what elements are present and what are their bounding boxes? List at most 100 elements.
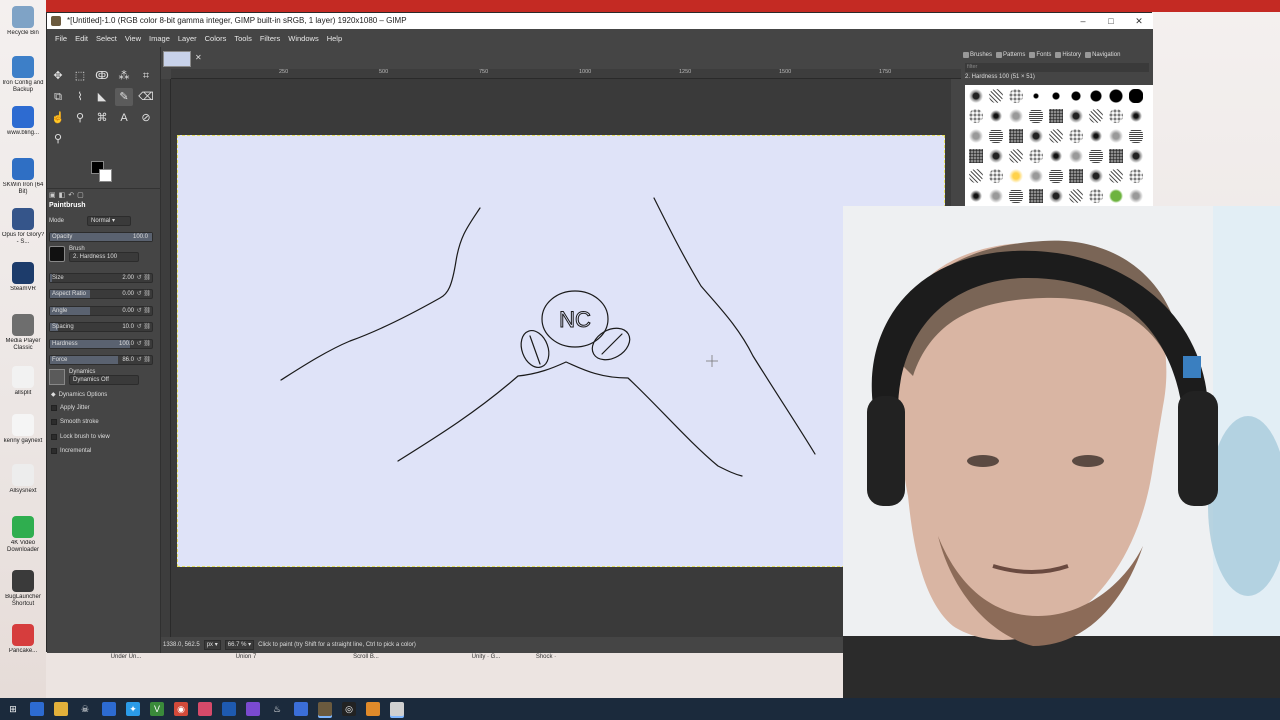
brush-thumbnail[interactable] xyxy=(989,169,1003,183)
menu-edit[interactable]: Edit xyxy=(71,34,92,43)
dodge-icon[interactable]: ⚲ xyxy=(71,109,89,127)
brush-thumbnail[interactable] xyxy=(1009,149,1023,163)
brush-thumbnail[interactable] xyxy=(1029,189,1043,203)
brush-thumbnail[interactable] xyxy=(1129,89,1143,103)
warp-icon[interactable]: ⌇ xyxy=(71,88,89,106)
start-icon[interactable]: ⊞ xyxy=(6,702,20,716)
mode-dropdown[interactable]: Normal ▾ xyxy=(87,215,131,226)
dock-tab-fonts[interactable]: Fonts xyxy=(1029,52,1051,58)
brush-thumbnail[interactable] xyxy=(1069,109,1083,123)
brush-thumbnail[interactable] xyxy=(1129,109,1143,123)
desktop-icon[interactable]: allsplit xyxy=(3,366,43,397)
brush-thumbnail[interactable] xyxy=(1109,129,1123,143)
brush-thumbnail[interactable] xyxy=(1029,149,1043,163)
brush-thumbnail[interactable] xyxy=(1049,129,1063,143)
menu-image[interactable]: Image xyxy=(145,34,174,43)
menu-tools[interactable]: Tools xyxy=(230,34,256,43)
brush-thumbnail[interactable] xyxy=(969,169,983,183)
tool-options-tab-icon[interactable]: ▣ xyxy=(49,191,56,199)
text-tool-icon[interactable]: A xyxy=(115,109,133,127)
reset-chain-icon[interactable]: ↺ ⛓ xyxy=(137,356,151,365)
menu-colors[interactable]: Colors xyxy=(201,34,231,43)
title-bar[interactable]: *[Untitled]-1.0 (RGB color 8-bit gamma i… xyxy=(47,13,1153,29)
brush-thumbnail[interactable] xyxy=(1009,189,1023,203)
menu-filters[interactable]: Filters xyxy=(256,34,284,43)
close-button[interactable]: ✕ xyxy=(1125,13,1153,29)
desktop-icon[interactable]: Pancake... xyxy=(3,624,43,655)
force-slider[interactable]: Force 86.0 ↺ ⛓ xyxy=(49,354,153,365)
brush-thumbnail[interactable] xyxy=(1089,109,1103,123)
brush-thumbnail[interactable] xyxy=(1049,149,1063,163)
eraser-icon[interactable]: ⌫ xyxy=(137,88,155,106)
vertical-ruler[interactable] xyxy=(161,79,171,639)
desktop-icon[interactable]: SteamVR xyxy=(3,262,43,293)
dynamics-selector[interactable]: Dynamics Off xyxy=(69,375,139,385)
brush-thumbnail[interactable] xyxy=(1089,149,1103,163)
window-icon[interactable] xyxy=(390,702,404,716)
steam-icon[interactable]: ♨ xyxy=(270,702,284,716)
brush-thumbnail[interactable] xyxy=(1069,129,1083,143)
brush-thumbnail[interactable] xyxy=(1049,89,1063,103)
menu-select[interactable]: Select xyxy=(92,34,121,43)
desktop-icon[interactable]: kenny gaynext xyxy=(3,414,43,445)
desktop-icon[interactable]: Iron Config and Backup xyxy=(2,56,44,94)
angle-slider[interactable]: Angle 0.00 ↺ ⛓ xyxy=(49,305,153,316)
app-icon[interactable]: ✦ xyxy=(126,702,140,716)
brush-thumbnail[interactable] xyxy=(1089,189,1103,203)
dynamics-icon[interactable] xyxy=(49,369,65,385)
bucket-fill-icon[interactable]: ◣ xyxy=(93,88,111,106)
option-checkbox[interactable]: Incremental xyxy=(51,448,91,454)
checkbox-box[interactable] xyxy=(51,434,57,440)
desktop-icon[interactable]: SKWin Iron (64 Bit) xyxy=(3,158,43,196)
desktop-icon[interactable]: 4K Video Downloader xyxy=(3,516,43,554)
brush-thumbnail[interactable] xyxy=(1109,169,1123,183)
fg-bg-colors[interactable] xyxy=(91,161,117,185)
brush-thumbnail[interactable] xyxy=(1069,189,1083,203)
brush-thumbnail[interactable] xyxy=(1029,109,1043,123)
reset-chain-icon[interactable]: ↺ ⛓ xyxy=(137,340,151,349)
obs-icon[interactable]: ◎ xyxy=(342,702,356,716)
option-checkbox[interactable]: Apply Jitter xyxy=(51,405,90,411)
brush-thumbnail[interactable] xyxy=(1049,109,1063,123)
brush-thumbnail[interactable] xyxy=(989,189,1003,203)
menu-file[interactable]: File xyxy=(51,34,71,43)
dynamics-options-expander[interactable]: ◆ Dynamics Options xyxy=(51,391,107,399)
brush-thumbnail[interactable] xyxy=(1109,89,1123,103)
brush-thumbnail[interactable] xyxy=(1089,169,1103,183)
brush-selector[interactable]: 2. Hardness 100 xyxy=(69,252,139,262)
unit-selector[interactable]: px ▾ xyxy=(203,640,221,650)
brush-filter-input[interactable]: filter xyxy=(965,63,1149,72)
close-image-tab-icon[interactable]: ✕ xyxy=(195,53,202,62)
brush-thumbnail[interactable] xyxy=(969,149,983,163)
brush-thumbnail[interactable] xyxy=(1129,149,1143,163)
dock-tab-history[interactable]: History xyxy=(1055,52,1081,58)
dock-tab-navigation[interactable]: Navigation xyxy=(1085,52,1120,58)
dock-tab-patterns[interactable]: Patterns xyxy=(996,52,1025,58)
lasso-icon[interactable]: ↂ xyxy=(93,67,111,85)
option-checkbox[interactable]: Smooth stroke xyxy=(51,419,99,425)
horizontal-ruler[interactable]: 250 500 750 1000 1250 1500 1750 xyxy=(171,69,961,79)
hardness-slider[interactable]: Hardness 100.0 ↺ ⛓ xyxy=(49,338,153,349)
color-picker-icon[interactable]: ⊘ xyxy=(137,109,155,127)
brush-thumbnail[interactable] xyxy=(1129,129,1143,143)
brush-thumbnail[interactable] xyxy=(969,189,983,203)
brush-preview-icon[interactable] xyxy=(49,246,65,262)
folder-icon[interactable] xyxy=(54,702,68,716)
reset-chain-icon[interactable]: ↺ ⛓ xyxy=(137,323,151,332)
zoom-selector[interactable]: 66.7 % ▾ xyxy=(224,640,255,650)
chrome-icon[interactable]: ◉ xyxy=(174,702,188,716)
checkbox-box[interactable] xyxy=(51,419,57,425)
desktop-icon[interactable]: www.bling... xyxy=(3,106,43,137)
crop-icon[interactable]: ⌗ xyxy=(137,67,155,85)
minimize-button[interactable]: – xyxy=(1069,13,1097,29)
gimp-icon[interactable] xyxy=(318,702,332,716)
zoom-icon[interactable]: ⚲ xyxy=(49,130,67,148)
unified-transform-icon[interactable]: ⧉ xyxy=(49,88,67,106)
brush-thumbnail[interactable] xyxy=(1069,149,1083,163)
reset-chain-icon[interactable]: ↺ ⛓ xyxy=(137,290,151,299)
background-color[interactable] xyxy=(99,169,112,182)
brush-thumbnail[interactable] xyxy=(1009,89,1023,103)
brush-thumbnail[interactable] xyxy=(1029,129,1043,143)
size-slider[interactable]: Size 2.00 ↺ ⛓ xyxy=(49,272,153,283)
brush-thumbnail[interactable] xyxy=(1089,89,1103,103)
